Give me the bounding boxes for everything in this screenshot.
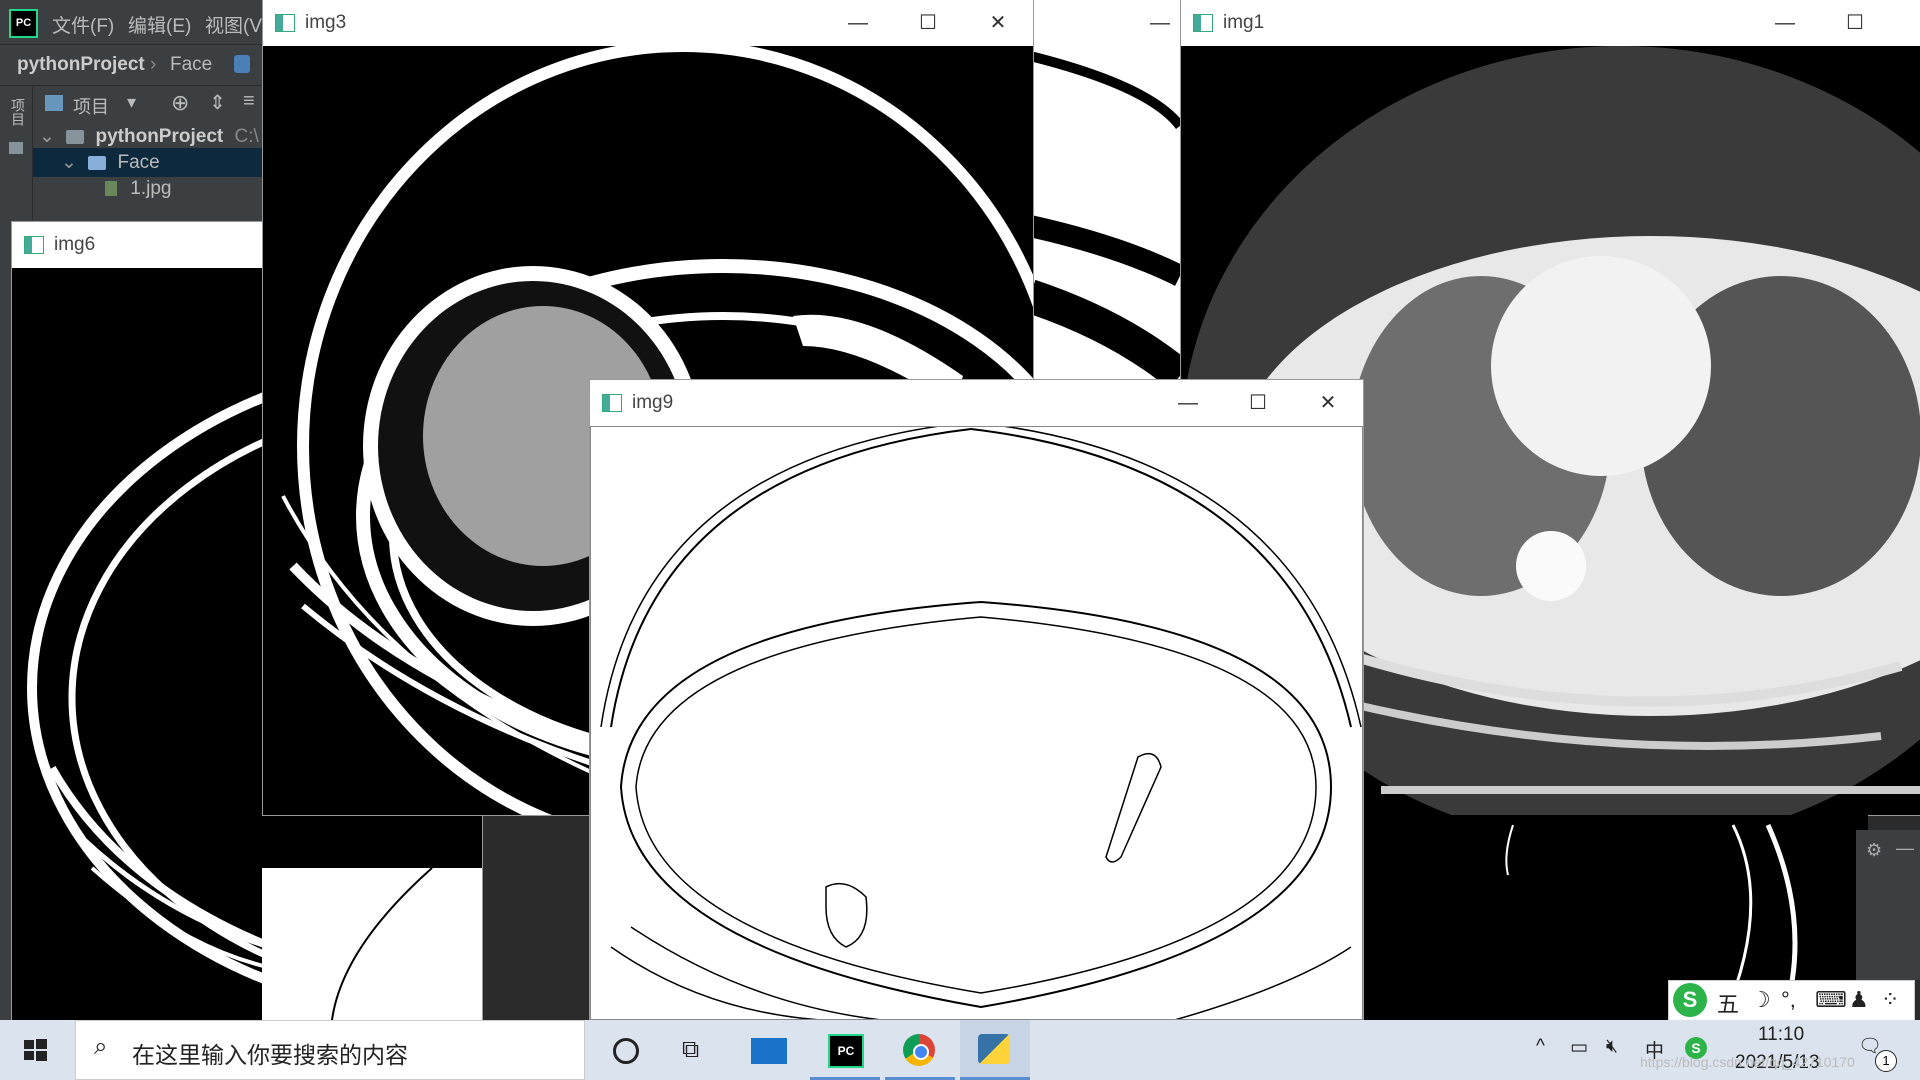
bg-window-image	[1030, 46, 1180, 380]
cortana-button[interactable]	[590, 1020, 660, 1080]
watermark-text: https://blog.csdn.net/qq_42710170	[1640, 1054, 1855, 1070]
img3-title: img3	[305, 12, 347, 33]
bg-window-canvas	[1030, 46, 1180, 380]
minimize-icon[interactable]: —	[1140, 0, 1180, 46]
chevron-down-icon: ⌄	[39, 126, 55, 147]
punctuation-icon[interactable]: °,	[1781, 987, 1796, 1013]
tree-file-label: 1.jpg	[130, 178, 172, 199]
breadcrumb-face[interactable]: Face	[170, 54, 212, 76]
img1-titlebar[interactable]: img1 — ☐	[1181, 0, 1920, 46]
breadcrumb: pythonProject › Face	[0, 44, 270, 86]
start-button[interactable]	[0, 1020, 70, 1080]
clock-time[interactable]: 11:10	[1758, 1024, 1804, 1046]
img9-canvas	[590, 426, 1363, 1020]
pycharm-logo-icon: PC	[9, 9, 38, 38]
close-icon[interactable]: ✕	[963, 0, 1033, 46]
window-img9[interactable]: img9 — ☐ ✕	[590, 380, 1363, 1020]
taskbar-pycharm[interactable]: PC	[810, 1020, 880, 1080]
maximize-icon[interactable]: ☐	[893, 0, 963, 46]
tree-folder-face[interactable]: ⌄ Face	[33, 148, 270, 177]
ide-menubar: PC 文件(F) 编辑(E) 视图(V)	[0, 0, 270, 44]
minimize-icon[interactable]: —	[823, 0, 893, 46]
breadcrumb-project[interactable]: pythonProject	[17, 54, 145, 76]
menu-file[interactable]: 文件(F)	[52, 11, 114, 38]
ime-mode[interactable]: 五	[1717, 987, 1739, 1019]
windows-logo-icon	[24, 1039, 47, 1061]
window-app-icon	[602, 394, 622, 412]
sogou-logo-icon[interactable]: S	[1673, 983, 1707, 1017]
bg-window-titlebar[interactable]: —	[1030, 0, 1180, 46]
close-icon[interactable]: ✕	[1293, 380, 1363, 426]
volume-muted-icon[interactable]: 🔇︎	[1606, 1036, 1618, 1058]
keyboard-icon[interactable]: ⌨	[1815, 987, 1847, 1013]
apps-icon[interactable]: ⁘	[1881, 987, 1899, 1013]
breadcrumb-sep-icon: ›	[150, 54, 157, 75]
ime-toolbar: S 五 ☽ °, ⌨ ♟ ⁘	[1668, 980, 1915, 1022]
img6-title: img6	[54, 234, 96, 255]
project-view-label[interactable]: 项目	[73, 93, 109, 119]
side-folder-icon[interactable]	[9, 142, 23, 154]
mail-icon	[751, 1038, 787, 1064]
tree-file-jpg[interactable]: 1.jpg	[33, 174, 270, 203]
expand-all-icon[interactable]: ⇕	[209, 90, 226, 115]
chrome-center-icon	[913, 1044, 929, 1060]
search-placeholder: 在这里输入你要搜索的内容	[132, 1042, 408, 1068]
menu-edit[interactable]: 编辑(E)	[128, 11, 191, 38]
python-icon	[978, 1034, 1010, 1064]
image-file-icon	[105, 181, 117, 197]
chevron-down-icon[interactable]: ▾	[127, 92, 136, 113]
minimize-panel-icon[interactable]: —	[1896, 838, 1914, 859]
folder-icon	[88, 155, 107, 170]
tree-root[interactable]: ⌄ pythonProject C:\	[33, 122, 270, 151]
window-background-threshold[interactable]: —	[1030, 0, 1180, 380]
pycharm-icon: PC	[828, 1034, 864, 1068]
ide-right-panel: ⚙ —	[1856, 830, 1920, 980]
taskbar-chrome[interactable]	[885, 1020, 955, 1080]
cortana-icon	[613, 1038, 639, 1064]
gear-icon[interactable]: ⚙	[1866, 840, 1882, 861]
img1-title: img1	[1223, 12, 1265, 33]
locate-icon[interactable]: ⊕	[171, 90, 189, 116]
battery-icon[interactable]: ▭	[1570, 1036, 1588, 1059]
chevron-down-icon: ⌄	[61, 152, 77, 173]
maximize-icon[interactable]: ☐	[1223, 380, 1293, 426]
img9-title: img9	[632, 392, 674, 413]
img9-edge-image	[591, 427, 1362, 1019]
project-view-icon	[45, 95, 63, 111]
project-toolbar: 项目 ▾ ⊕ ⇕ ≡	[33, 86, 270, 122]
chevron-up-icon[interactable]: ^	[1536, 1036, 1545, 1058]
task-view-icon: ⧉	[682, 1036, 700, 1063]
window-app-icon	[1193, 14, 1213, 32]
taskbar-python[interactable]	[960, 1020, 1030, 1080]
window-app-icon	[24, 236, 44, 254]
tree-root-label: pythonProject	[95, 126, 224, 147]
img3-titlebar[interactable]: img3 — ☐ ✕	[263, 0, 1033, 46]
notification-count: 1	[1875, 1050, 1897, 1072]
minimize-icon[interactable]: —	[1153, 380, 1223, 426]
tree-folder-label: Face	[117, 152, 160, 173]
img9-titlebar[interactable]: img9 — ☐ ✕	[590, 380, 1363, 426]
folder-icon	[66, 129, 85, 144]
maximize-icon[interactable]: ☐	[1820, 0, 1890, 46]
menu-view[interactable]: 视图(V)	[205, 11, 268, 38]
search-icon: ⌕	[94, 1033, 108, 1060]
side-project-label[interactable]: 项目	[8, 98, 28, 126]
taskbar-search-box[interactable]: ⌕ 在这里输入你要搜索的内容	[75, 1020, 585, 1080]
python-file-icon	[234, 55, 250, 73]
moon-icon[interactable]: ☽	[1751, 987, 1771, 1013]
user-icon[interactable]: ♟	[1849, 987, 1869, 1013]
tree-root-path: C:\	[234, 126, 259, 147]
task-view-button[interactable]: ⧉	[660, 1020, 730, 1080]
taskbar-mail[interactable]	[735, 1020, 805, 1080]
project-tree: ⌄ pythonProject C:\ ⌄ Face 1.jpg	[33, 122, 270, 222]
minimize-icon[interactable]: —	[1750, 0, 1820, 46]
collapse-all-icon[interactable]: ≡	[243, 90, 255, 113]
window-app-icon	[275, 14, 295, 32]
